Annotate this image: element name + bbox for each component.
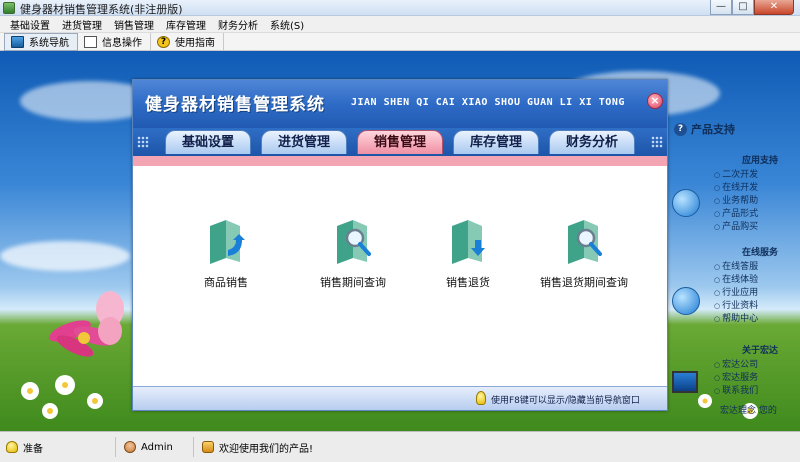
grip-dots-icon xyxy=(651,136,663,148)
function-sales-return[interactable]: 销售退货 xyxy=(423,218,513,290)
tab-sales[interactable]: 销售管理 xyxy=(357,130,443,154)
dialog-title: 健身器材销售管理系统 xyxy=(145,95,325,115)
close-button[interactable]: ✕ xyxy=(754,0,794,15)
status-state: 准备 xyxy=(6,437,116,457)
window-title: 健身器材销售管理系统(非注册版) xyxy=(20,3,183,16)
window-controls: — □ ✕ xyxy=(710,0,794,15)
sidebar-link[interactable]: 业务帮助 xyxy=(714,195,758,208)
sidebar-link[interactable]: 行业应用 xyxy=(714,287,758,300)
document-icon xyxy=(84,35,97,48)
menu-purchase[interactable]: 进货管理 xyxy=(62,17,102,32)
monitor-icon xyxy=(672,371,698,393)
daisy-decoration xyxy=(10,371,110,421)
sidebar-section-title: 关于宏达 xyxy=(741,346,778,356)
dialog-close-button[interactable]: × xyxy=(647,93,663,109)
toolbar-guide-label: 使用指南 xyxy=(175,38,215,49)
sidebar-link[interactable]: 二次开发 xyxy=(714,169,758,182)
cloud-decoration xyxy=(0,241,130,271)
footer-hint: 使用F8键可以显示/隐藏当前导航窗口 xyxy=(491,396,640,406)
status-user-text: Admin xyxy=(141,441,173,453)
sidebar-list-app-support: 二次开发 在线开发 业务帮助 产品形式 产品购买 xyxy=(714,169,758,234)
dialog-pinyin-subtitle: JIAN SHEN QI CAI XIAO SHOU GUAN LI XI TO… xyxy=(351,97,625,108)
dialog-header: 健身器材销售管理系统 JIAN SHEN QI CAI XIAO SHOU GU… xyxy=(133,80,667,134)
sidebar-list-about: 宏达公司 宏达服务 联系我们 xyxy=(714,359,758,398)
grip-dots-icon xyxy=(137,136,149,148)
users-group-icon xyxy=(202,441,214,453)
forward-arrow-icon xyxy=(672,189,700,217)
menu-finance[interactable]: 财务分析 xyxy=(218,17,258,32)
flower-decoration xyxy=(90,291,130,351)
tab-accent-band xyxy=(133,156,667,166)
support-sidebar: ? 产品支持 应用支持 二次开发 在线开发 业务帮助 产品形式 产品购买 在线服… xyxy=(670,119,782,429)
status-message: 欢迎使用我们的产品! xyxy=(202,437,321,457)
tab-finance[interactable]: 财务分析 xyxy=(549,130,635,154)
module-tabstrip: 基础设置 进货管理 销售管理 库存管理 财务分析 xyxy=(133,128,667,156)
user-icon xyxy=(124,441,136,453)
menu-sales[interactable]: 销售管理 xyxy=(114,17,154,32)
monitor-icon xyxy=(11,35,24,48)
function-label: 销售退货 xyxy=(446,276,490,289)
sidebar-title: 产品支持 xyxy=(691,123,735,136)
status-state-text: 准备 xyxy=(23,443,43,455)
sidebar-link[interactable]: 帮助中心 xyxy=(714,313,758,326)
folder-search-icon xyxy=(564,218,604,266)
sidebar-link[interactable]: 产品形式 xyxy=(714,208,758,221)
function-product-sales[interactable]: 商品销售 xyxy=(181,218,271,290)
dialog-footer: 使用F8键可以显示/隐藏当前导航窗口 xyxy=(133,386,667,410)
sidebar-header: ? 产品支持 xyxy=(674,121,735,137)
help-icon: ? xyxy=(157,35,170,48)
sidebar-link[interactable]: 在线开发 xyxy=(714,182,758,195)
window-titlebar: 健身器材销售管理系统(非注册版) — □ ✕ xyxy=(0,0,800,16)
folder-arrow-icon xyxy=(206,218,246,266)
sidebar-link[interactable]: 产品购买 xyxy=(714,221,758,234)
tab-purchase[interactable]: 进货管理 xyxy=(261,130,347,154)
toolbar-info-label: 信息操作 xyxy=(102,38,142,49)
sidebar-slogan: 宏达理念 您的 xyxy=(720,406,777,416)
sidebar-link[interactable]: 宏达公司 xyxy=(714,359,758,372)
toolbar-guide-button[interactable]: ? 使用指南 xyxy=(151,32,224,51)
function-label: 销售期间查询 xyxy=(320,276,386,289)
sidebar-link[interactable]: 行业资料 xyxy=(714,300,758,313)
minimize-button[interactable]: — xyxy=(710,0,732,15)
sidebar-link[interactable]: 宏达服务 xyxy=(714,372,758,385)
folder-search-icon xyxy=(333,218,373,266)
sidebar-section-title: 应用支持 xyxy=(741,156,778,166)
function-sales-period-query[interactable]: 销售期间查询 xyxy=(293,218,413,290)
menu-basic-settings[interactable]: 基础设置 xyxy=(10,17,50,32)
status-message-text: 欢迎使用我们的产品! xyxy=(219,443,314,455)
sidebar-link[interactable]: 联系我们 xyxy=(714,385,758,398)
navigation-dialog: 健身器材销售管理系统 JIAN SHEN QI CAI XIAO SHOU GU… xyxy=(132,79,668,411)
lightbulb-icon xyxy=(6,441,18,453)
status-user: Admin xyxy=(124,437,194,457)
function-label: 商品销售 xyxy=(204,276,248,289)
app-icon xyxy=(3,2,15,14)
help-circle-icon: ? xyxy=(674,122,687,136)
menu-bar: 基础设置 进货管理 销售管理 库存管理 财务分析 系统(S) xyxy=(0,16,800,32)
function-label: 销售退货期间查询 xyxy=(540,276,628,289)
sidebar-link[interactable]: 在线体验 xyxy=(714,274,758,287)
toolbar-nav-button[interactable]: 系统导航 xyxy=(4,32,78,51)
menu-system[interactable]: 系统(S) xyxy=(270,17,304,32)
function-return-period-query[interactable]: 销售退货期间查询 xyxy=(529,218,639,290)
toolbar-nav-label: 系统导航 xyxy=(29,38,69,49)
maximize-button[interactable]: □ xyxy=(732,0,754,15)
lightbulb-icon xyxy=(476,391,486,405)
sidebar-list-online-service: 在线答服 在线体验 行业应用 行业资料 帮助中心 xyxy=(714,261,758,326)
sidebar-link[interactable]: 在线答服 xyxy=(714,261,758,274)
sidebar-section-title: 在线服务 xyxy=(741,248,778,258)
status-bar: 准备 Admin 欢迎使用我们的产品! xyxy=(0,431,800,462)
toolbar-info-button[interactable]: 信息操作 xyxy=(78,32,151,51)
globe-arrow-icon xyxy=(672,287,700,315)
tab-basic-settings[interactable]: 基础设置 xyxy=(165,130,251,154)
toolbar: 系统导航 信息操作 ? 使用指南 xyxy=(0,32,800,51)
menu-inventory[interactable]: 库存管理 xyxy=(166,17,206,32)
folder-down-icon xyxy=(448,218,488,266)
dialog-body: 商品销售 销售期间查询 销售退货 销售退货期间查询 xyxy=(133,166,667,386)
tab-inventory[interactable]: 库存管理 xyxy=(453,130,539,154)
